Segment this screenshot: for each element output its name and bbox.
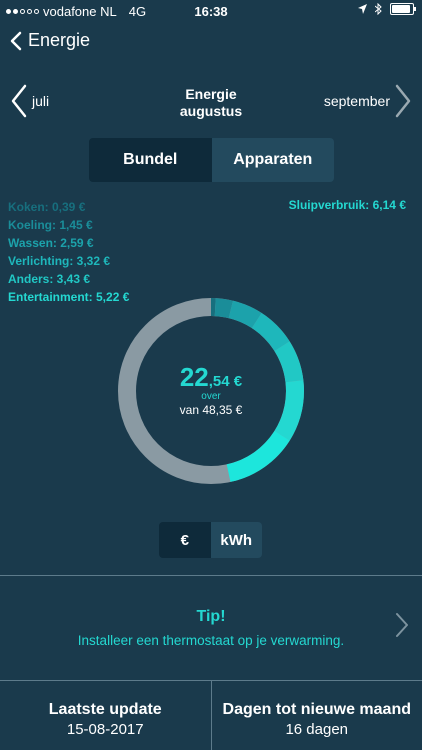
divider — [0, 575, 422, 576]
budget-total: van 48,35 € — [179, 403, 243, 417]
bluetooth-icon — [375, 3, 382, 15]
back-label: Energie — [28, 30, 91, 50]
back-button[interactable]: Energie — [10, 30, 90, 51]
battery-icon — [390, 3, 416, 15]
location-icon — [358, 4, 367, 14]
month-navigation: juli Energie augustus september — [0, 84, 422, 124]
last-update-label: Laatste update — [48, 701, 162, 718]
next-month-label: september — [323, 93, 390, 109]
chevron-right-icon[interactable] — [394, 612, 410, 638]
status-bar: vodafone NL 4G 16:38 — [0, 0, 422, 22]
days-left-value: 16 dagen — [285, 721, 349, 738]
last-update-value: 15-08-2017 — [66, 721, 144, 738]
tab-bundel[interactable]: Bundel — [89, 138, 212, 182]
chevron-left-icon — [10, 31, 22, 50]
unit-euro[interactable]: € — [159, 522, 211, 558]
unit-kwh[interactable]: kWh — [210, 522, 262, 558]
remaining-amount: 22,54 € — [117, 362, 305, 393]
tab-apparaten[interactable]: Apparaten — [211, 138, 334, 182]
tip-text[interactable]: Installeer een thermostaat op je verwarm… — [0, 633, 422, 648]
remaining-amount-int: 22 — [179, 362, 209, 392]
next-month-button[interactable]: september — [324, 84, 412, 118]
legend-item-entertainment: Entertainment: 5,22 € — [8, 290, 130, 304]
legend-item-anders: Anders: 3,43 € — [8, 272, 91, 286]
status-right — [358, 3, 416, 15]
sluipverbruik-label: Sluipverbruik: 6,14 € — [288, 198, 406, 212]
over-label: over — [201, 391, 221, 402]
last-update-cell: Laatste update 15-08-2017 — [0, 681, 211, 750]
footer-info: Laatste update 15-08-2017 Dagen tot nieu… — [0, 681, 422, 750]
view-segmented-control: Bundel Apparaten — [89, 138, 334, 182]
days-left-label: Dagen tot nieuwe maand — [222, 701, 411, 718]
donut-center: 22,54 € over van 48,35 € — [117, 362, 305, 417]
unit-toggle: € kWh — [159, 522, 262, 558]
usage-legend: Koken: 0,39 € Koeling: 1,45 € Wassen: 2,… — [8, 198, 129, 306]
legend-item-koeling: Koeling: 1,45 € — [8, 218, 93, 232]
chevron-right-icon — [395, 84, 411, 118]
remaining-amount-dec: ,54 € — [208, 373, 243, 390]
legend-item-verlichting: Verlichting: 3,32 € — [8, 254, 111, 268]
tip-title: Tip! — [196, 608, 226, 625]
days-left-cell: Dagen tot nieuwe maand 16 dagen — [212, 681, 422, 750]
legend-item-wassen: Wassen: 2,59 € — [8, 236, 94, 250]
legend-item-koken: Koken: 0,39 € — [8, 200, 86, 214]
